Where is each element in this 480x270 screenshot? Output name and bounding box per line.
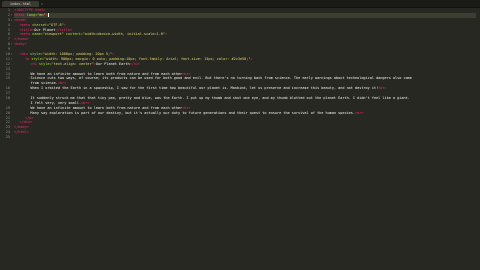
code-token: > bbox=[63, 22, 66, 27]
code-token: <div bbox=[19, 52, 28, 57]
code-token: <html bbox=[14, 12, 25, 17]
code-token: <br> bbox=[378, 86, 387, 91]
code-token: </h1> bbox=[129, 61, 141, 66]
line-number: 25 bbox=[5, 135, 10, 140]
code-editor[interactable]: 1 <!DOCTYPE html> 2 ▾ <html lang="en"> 3 ▾ <hea… bbox=[6, 8, 476, 270]
code-token: It suddenly struck me that that tiny pea… bbox=[30, 96, 410, 101]
fold-arrow-icon[interactable]: ▾ bbox=[10, 57, 13, 62]
code-token: "text-align: center" bbox=[51, 61, 94, 66]
code-token: > bbox=[112, 52, 115, 57]
code-token: style= bbox=[36, 61, 52, 66]
code-token: <br> bbox=[182, 105, 191, 110]
code-token: Our Planet bbox=[34, 27, 56, 32]
code-token: "viewport" bbox=[42, 32, 64, 37]
code-token: When I orbited the Earth in a spaceship,… bbox=[30, 86, 379, 91]
code-token: </body> bbox=[14, 125, 29, 130]
code-token: "width: 1000px; padding: 20px 5;" bbox=[42, 52, 113, 57]
code-token: <body> bbox=[14, 42, 27, 47]
code-token: </p> bbox=[25, 115, 34, 120]
code-token: "en" bbox=[37, 12, 46, 17]
code-token: "UTF-8" bbox=[49, 22, 64, 27]
code-token: name= bbox=[30, 32, 43, 37]
code-token: style= bbox=[29, 56, 44, 61]
code-line[interactable]: 25 bbox=[6, 135, 476, 140]
line-number: 18 bbox=[5, 96, 10, 101]
line-number: 15 bbox=[5, 76, 10, 81]
code-token: <meta bbox=[19, 32, 31, 37]
fold-arrow-icon[interactable]: ▾ bbox=[10, 42, 13, 47]
code-token: </head> bbox=[14, 37, 29, 42]
code-token: <!DOCTYPE html> bbox=[14, 8, 46, 12]
code-token: "width: 900px; margin: 0 auto; padding:1… bbox=[43, 56, 251, 61]
code-token: <meta bbox=[19, 22, 31, 27]
code-token: Many say exploration is part of our dest… bbox=[30, 110, 356, 115]
code-token: </div> bbox=[19, 120, 33, 125]
code-token: > bbox=[250, 56, 253, 61]
code-token: Our Planet Earth bbox=[95, 61, 130, 66]
code-token: Science cuts two ways, of course; its pr… bbox=[30, 76, 412, 81]
code-token: We have an infinite amount to learn both… bbox=[30, 105, 183, 110]
code-token: style= bbox=[27, 52, 43, 57]
editor-window: index.html × 1 <!DOCTYPE html> 2 ▾ <html lan… bbox=[0, 0, 480, 270]
text-cursor bbox=[48, 13, 49, 18]
code-token: </html> bbox=[14, 130, 29, 135]
tab-label: index.html bbox=[9, 2, 32, 6]
code-token: <br> bbox=[81, 100, 90, 105]
code-token: <br> bbox=[355, 110, 364, 115]
code-token: <head> bbox=[14, 17, 27, 22]
code-token: <br> bbox=[182, 71, 191, 76]
fold-arrow-icon[interactable]: ▾ bbox=[10, 18, 13, 23]
code-token: We have an infinite amount to learn both… bbox=[30, 71, 183, 76]
close-icon[interactable]: × bbox=[40, 1, 44, 7]
tab-bar: index.html × bbox=[0, 0, 480, 8]
code-token: > bbox=[164, 32, 168, 37]
code-token: lang= bbox=[24, 12, 38, 17]
code-token: <br> bbox=[57, 81, 67, 86]
code-token: I felt very, very small. bbox=[30, 100, 82, 105]
tab-index-html[interactable]: index.html bbox=[2, 1, 39, 7]
code-token: </title> bbox=[55, 27, 73, 32]
code-token: charset= bbox=[30, 22, 50, 27]
code-token: <title> bbox=[19, 27, 35, 32]
code-token: content= bbox=[63, 32, 83, 37]
code-token: "width=device-width, initial-scale=1.0" bbox=[82, 32, 165, 37]
code-token: from science. bbox=[30, 81, 58, 86]
